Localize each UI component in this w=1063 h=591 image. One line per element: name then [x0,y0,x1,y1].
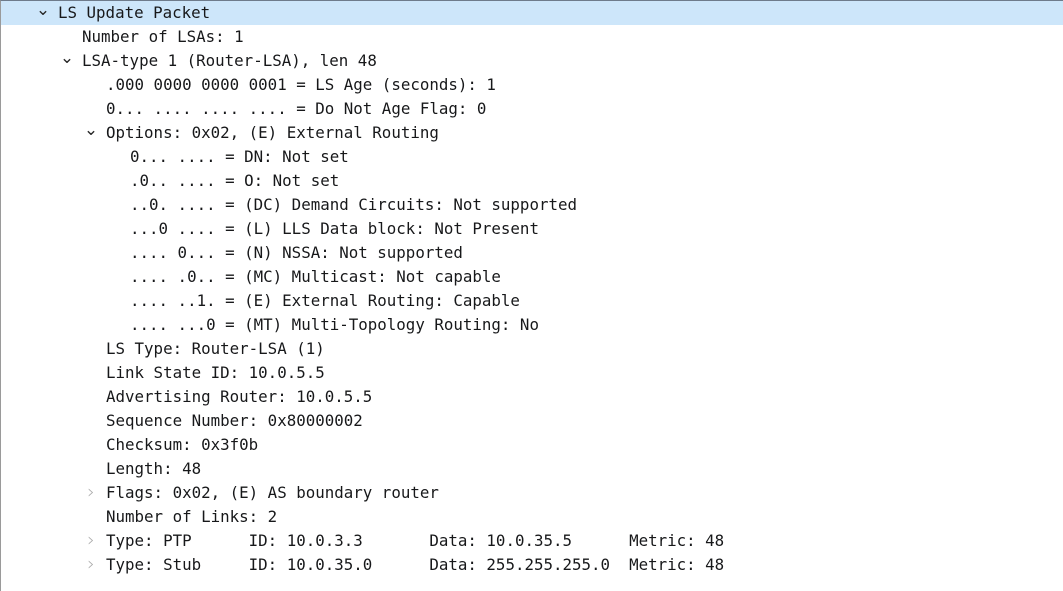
tree-row-label: Advertising Router: 10.0.5.5 [106,387,373,406]
tree-row-label: 0... .... .... .... = Do Not Age Flag: 0 [106,99,487,118]
tree-row-ls-type[interactable]: LS Type: Router-LSA (1) [1,337,1063,361]
tree-row-label: Number of LSAs: 1 [82,27,244,46]
tree-row-option-mt[interactable]: .... ...0 = (MT) Multi-Topology Routing:… [1,313,1063,337]
tree-row-ls-update-packet[interactable]: LS Update Packet [1,1,1063,25]
tree-row-link-state-id[interactable]: Link State ID: 10.0.5.5 [1,361,1063,385]
chevron-right-icon[interactable] [82,481,100,505]
tree-row-label: .... 0... = (N) NSSA: Not supported [130,243,463,262]
tree-row-label: Options: 0x02, (E) External Routing [106,123,439,142]
tree-row-sequence-number[interactable]: Sequence Number: 0x80000002 [1,409,1063,433]
tree-row-link-stub[interactable]: Type: Stub ID: 10.0.35.0 Data: 255.255.2… [1,553,1063,577]
tree-row-label: ...0 .... = (L) LLS Data block: Not Pres… [130,219,539,238]
tree-row-label: .000 0000 0000 0001 = LS Age (seconds): … [106,75,496,94]
tree-row-label: .... ..1. = (E) External Routing: Capabl… [130,291,520,310]
tree-row-length[interactable]: Length: 48 [1,457,1063,481]
tree-row-label: Flags: 0x02, (E) AS boundary router [106,483,439,502]
tree-row-link-ptp[interactable]: Type: PTP ID: 10.0.3.3 Data: 10.0.35.5 M… [1,529,1063,553]
tree-row-label: Type: Stub ID: 10.0.35.0 Data: 255.255.2… [106,555,725,574]
tree-row-label: Sequence Number: 0x80000002 [106,411,363,430]
tree-row-label: .... .0.. = (MC) Multicast: Not capable [130,267,501,286]
chevron-down-icon[interactable] [58,49,76,73]
tree-row-checksum[interactable]: Checksum: 0x3f0b [1,433,1063,457]
tree-row-option-l[interactable]: ...0 .... = (L) LLS Data block: Not Pres… [1,217,1063,241]
tree-row-label: LSA-type 1 (Router-LSA), len 48 [82,51,377,70]
tree-row-option-mc[interactable]: .... .0.. = (MC) Multicast: Not capable [1,265,1063,289]
tree-row-option-dc[interactable]: ..0. .... = (DC) Demand Circuits: Not su… [1,193,1063,217]
tree-row-label: LS Update Packet [58,1,215,25]
packet-details-tree[interactable]: LS Update Packet Number of LSAs: 1 LSA-typ… [0,0,1063,591]
tree-row-label: ..0. .... = (DC) Demand Circuits: Not su… [130,195,577,214]
tree-row-label: Type: PTP ID: 10.0.3.3 Data: 10.0.35.5 M… [106,531,725,550]
tree-row-flags[interactable]: Flags: 0x02, (E) AS boundary router [1,481,1063,505]
tree-row-label: Length: 48 [106,459,202,478]
tree-row-number-of-lsas[interactable]: Number of LSAs: 1 [1,25,1063,49]
tree-row-options[interactable]: Options: 0x02, (E) External Routing [1,121,1063,145]
tree-row-option-o[interactable]: .0.. .... = O: Not set [1,169,1063,193]
tree-row-label: Link State ID: 10.0.5.5 [106,363,325,382]
tree-row-advertising-router[interactable]: Advertising Router: 10.0.5.5 [1,385,1063,409]
tree-row-label: .... ...0 = (MT) Multi-Topology Routing:… [130,315,539,334]
tree-row-option-e[interactable]: .... ..1. = (E) External Routing: Capabl… [1,289,1063,313]
tree-row-ls-age[interactable]: .000 0000 0000 0001 = LS Age (seconds): … [1,73,1063,97]
chevron-right-icon[interactable] [82,529,100,553]
tree-row-label: .0.. .... = O: Not set [130,171,340,190]
tree-row-label: LS Type: Router-LSA (1) [106,339,325,358]
tree-row-option-n[interactable]: .... 0... = (N) NSSA: Not supported [1,241,1063,265]
tree-row-option-dn[interactable]: 0... .... = DN: Not set [1,145,1063,169]
chevron-down-icon[interactable] [34,1,52,25]
tree-row-label: Checksum: 0x3f0b [106,435,259,454]
tree-row-label: 0... .... = DN: Not set [130,147,349,166]
tree-row-number-of-links[interactable]: Number of Links: 2 [1,505,1063,529]
tree-row-label: Number of Links: 2 [106,507,278,526]
chevron-down-icon[interactable] [82,121,100,145]
tree-row-lsa-type-1[interactable]: LSA-type 1 (Router-LSA), len 48 [1,49,1063,73]
tree-row-do-not-age-flag[interactable]: 0... .... .... .... = Do Not Age Flag: 0 [1,97,1063,121]
chevron-right-icon[interactable] [82,553,100,577]
